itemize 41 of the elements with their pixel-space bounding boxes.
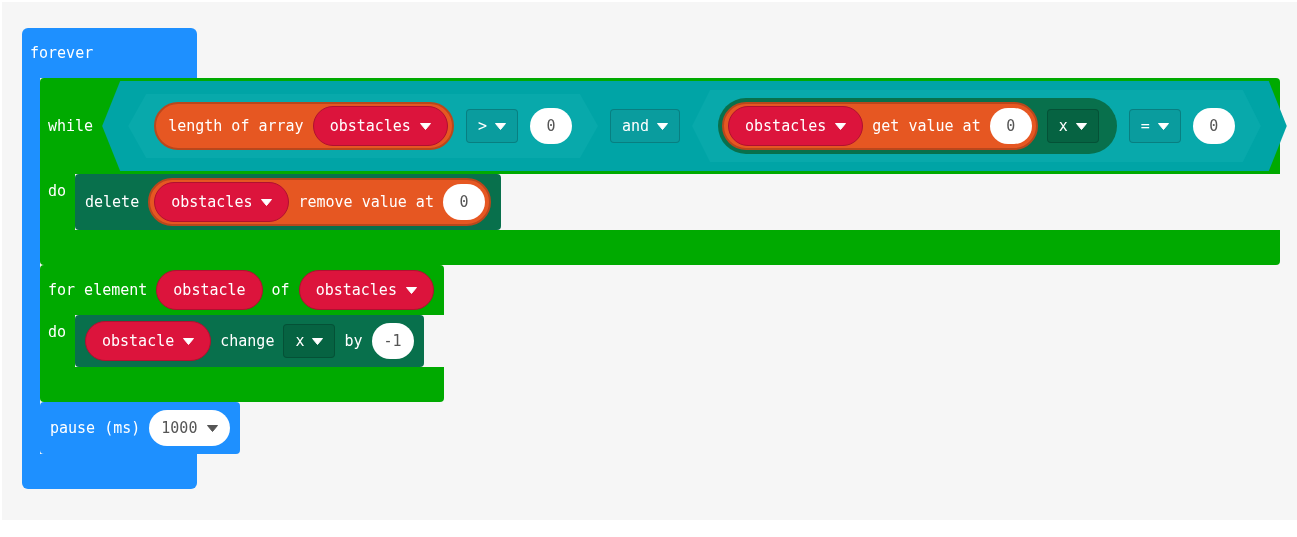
number-field[interactable]: 0: [529, 108, 572, 144]
block-label: pause (ms): [50, 419, 141, 437]
caret-icon: [1075, 122, 1087, 130]
block-label: get value at: [872, 117, 981, 135]
block-label: length of array: [167, 117, 304, 135]
number-field[interactable]: -1: [371, 323, 414, 359]
caret-icon: [494, 122, 506, 130]
variable-field[interactable]: obstacle: [156, 270, 263, 310]
operator-dropdown[interactable]: >: [465, 109, 518, 143]
caret-icon: [261, 198, 273, 206]
operator-dropdown[interactable]: x: [1046, 109, 1099, 143]
caret-icon: [183, 337, 195, 345]
caret-icon: [657, 122, 669, 130]
variable-dropdown[interactable]: obstacle: [85, 321, 212, 361]
block-label: change: [220, 332, 275, 350]
caret-icon: [207, 424, 219, 432]
caret-icon: [405, 286, 417, 294]
number-dropdown[interactable]: 1000: [149, 410, 231, 446]
operator-dropdown[interactable]: and: [609, 109, 681, 143]
operator-dropdown[interactable]: =: [1128, 109, 1181, 143]
operator-dropdown[interactable]: x: [283, 324, 336, 358]
number-field[interactable]: 0: [989, 108, 1032, 144]
block-label: delete: [85, 193, 140, 211]
block-label: forever: [30, 44, 94, 62]
caret-icon: [419, 122, 431, 130]
caret-icon: [1157, 122, 1169, 130]
block-label: remove value at: [298, 193, 434, 211]
caret-icon: [312, 337, 324, 345]
variable-dropdown[interactable]: obstacles: [728, 106, 864, 146]
block-label: while: [48, 117, 94, 135]
block-label: by: [344, 332, 363, 350]
block-label: of: [271, 281, 290, 299]
block-label: for element: [48, 281, 148, 299]
number-field[interactable]: 0: [1192, 108, 1235, 144]
number-field[interactable]: 0: [442, 184, 485, 220]
variable-dropdown[interactable]: obstacles: [298, 270, 434, 310]
variable-dropdown[interactable]: obstacles: [312, 106, 448, 146]
variable-dropdown[interactable]: obstacles: [154, 182, 290, 222]
block-label: do: [48, 182, 67, 200]
block-label: do: [48, 323, 67, 341]
caret-icon: [835, 122, 847, 130]
